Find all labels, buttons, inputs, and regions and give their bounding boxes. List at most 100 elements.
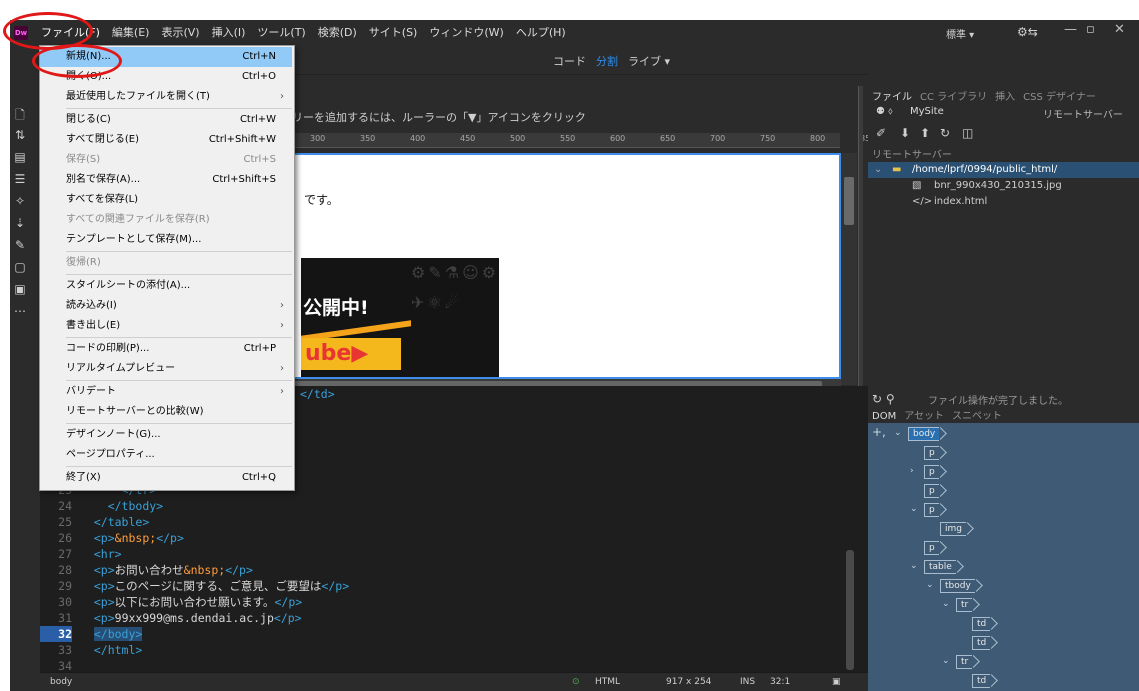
- file-menu-item[interactable]: リモートサーバーとの比較(W): [40, 402, 292, 422]
- expand-icon[interactable]: ✎: [10, 238, 30, 260]
- file-menu-item[interactable]: 新規(N)... Ctrl+N: [40, 47, 292, 67]
- file-menu-item[interactable]: 閉じる(C) Ctrl+W: [40, 110, 292, 130]
- tree-toggle-icon[interactable]: ⌄: [910, 561, 918, 571]
- more-tools-icon[interactable]: ⋯: [10, 304, 30, 326]
- tree-toggle-icon[interactable]: ›: [910, 466, 914, 476]
- menu-item[interactable]: ヘルプ(H): [510, 20, 572, 46]
- file-item[interactable]: ▧ bnr_990x430_210315.jpg: [868, 178, 1139, 194]
- panel-tab[interactable]: CSS デザイナー: [1023, 92, 1096, 103]
- file-menu-item[interactable]: ページプロパティ...: [40, 445, 292, 465]
- code-view-button[interactable]: コード: [553, 53, 586, 69]
- panel-tab[interactable]: 挿入: [995, 92, 1015, 103]
- live-view-button[interactable]: ライブ ▾: [628, 53, 670, 69]
- file-menu-item[interactable]: リアルタイムプレビュー ›: [40, 359, 292, 379]
- code-line[interactable]: 33 </html>: [40, 642, 868, 658]
- tree-toggle-icon[interactable]: ⌄: [926, 580, 934, 590]
- file-menu-item[interactable]: スタイルシートの添付(A)...: [40, 276, 292, 296]
- connect-icon[interactable]: ✐: [876, 126, 886, 140]
- tree-toggle-icon[interactable]: ⌄: [942, 656, 950, 666]
- tree-toggle-icon[interactable]: ⌄: [942, 599, 950, 609]
- design-vertical-scrollbar[interactable]: [841, 153, 857, 385]
- dom-node[interactable]: img: [940, 522, 966, 536]
- dom-tab[interactable]: スニペット: [952, 411, 1002, 422]
- live-code-icon[interactable]: ▤: [10, 150, 30, 172]
- dom-node[interactable]: p: [924, 446, 939, 460]
- banner-image[interactable]: ⚙✎⚗☺⚙✈⚛☄ 公開中! ube▶: [301, 258, 499, 377]
- menu-item[interactable]: サイト(S): [363, 20, 424, 46]
- menu-item[interactable]: ウィンドウ(W): [423, 20, 509, 46]
- refresh-icon[interactable]: ↻: [940, 126, 950, 140]
- comment-icon[interactable]: ▢: [10, 260, 30, 282]
- file-menu-item[interactable]: すべてを保存(L): [40, 190, 292, 210]
- menu-item[interactable]: 検索(D): [312, 20, 363, 46]
- file-menu-item[interactable]: コードの印刷(P)... Ctrl+P: [40, 339, 292, 359]
- tree-toggle-icon[interactable]: ⌄: [894, 428, 902, 438]
- dom-node[interactable]: td: [972, 674, 991, 688]
- add-element-icon[interactable]: +,: [872, 425, 886, 439]
- dom-node[interactable]: tbody: [940, 579, 975, 593]
- code-line[interactable]: 28 <p>お問い合わせ&nbsp;</p>: [40, 562, 868, 578]
- close-icon[interactable]: ✕: [1114, 22, 1125, 37]
- dom-tab[interactable]: アセット: [904, 411, 944, 422]
- dom-panel-tabs[interactable]: DOM アセット スニペット: [868, 407, 1139, 423]
- dom-node[interactable]: table: [924, 560, 956, 574]
- dom-node[interactable]: td: [972, 636, 991, 650]
- file-menu-item[interactable]: すべて閉じる(E) Ctrl+Shift+W: [40, 130, 292, 150]
- file-menu-item[interactable]: 最近使用したファイルを開く(T) ›: [40, 87, 292, 107]
- code-line[interactable]: 29 <p>このページに関する、ご意見、ご要望は</p>: [40, 578, 868, 594]
- file-management-icon[interactable]: ⇅: [10, 128, 30, 150]
- tag-selector[interactable]: body: [50, 677, 72, 687]
- window-size[interactable]: 917 x 254: [666, 677, 711, 687]
- code-line[interactable]: 24 </tbody>: [40, 498, 868, 514]
- menu-item[interactable]: 表示(V): [155, 20, 205, 46]
- dom-node[interactable]: tr: [956, 655, 973, 669]
- dom-node[interactable]: p: [924, 541, 939, 555]
- put-files-icon[interactable]: ⬆: [920, 126, 930, 140]
- panel-splitter[interactable]: [858, 86, 863, 386]
- preview-icon[interactable]: ▣: [832, 677, 841, 687]
- design-view[interactable]: です。 ⚙✎⚗☺⚙✈⚛☄ 公開中! ube▶: [292, 153, 841, 379]
- snippet-icon[interactable]: ▣: [10, 282, 30, 304]
- wrap-tag-icon[interactable]: ✧: [10, 194, 30, 216]
- dom-tab[interactable]: DOM: [872, 411, 896, 422]
- tree-toggle-icon[interactable]: ⌄: [910, 504, 918, 514]
- code-line[interactable]: 30 <p>以下にお問い合わせ願います。</p>: [40, 594, 868, 610]
- file-menu-item[interactable]: デザインノート(G)...: [40, 425, 292, 445]
- menu-item[interactable]: ファイル(F): [35, 20, 106, 46]
- code-line[interactable]: 27 <hr>: [40, 546, 868, 562]
- workspace-switcher[interactable]: 標準 ▾: [946, 26, 974, 41]
- server-select[interactable]: リモートサーバー: [1043, 106, 1123, 121]
- collapse-icon[interactable]: ⇣: [10, 216, 30, 238]
- dom-node[interactable]: td: [972, 617, 991, 631]
- panel-tab[interactable]: ファイル: [872, 92, 912, 103]
- file-menu-item[interactable]: 終了(X) Ctrl+Q: [40, 468, 292, 488]
- split-view-button[interactable]: 分割: [596, 53, 618, 69]
- restore-icon[interactable]: ▫: [1086, 22, 1095, 37]
- file-menu-item[interactable]: テンプレートとして保存(M)...: [40, 230, 292, 250]
- site-select[interactable]: MySite: [910, 106, 944, 117]
- remote-root-folder[interactable]: ⌄ ▬ /home/lprf/0994/public_html/: [868, 162, 1139, 178]
- dom-node[interactable]: tr: [956, 598, 973, 612]
- site-sync-icon[interactable]: ⚉ ⬨: [876, 106, 893, 117]
- dom-node[interactable]: body: [908, 427, 940, 441]
- panel-tabs[interactable]: ファイル CC ライブラリ 挿入 CSS デザイナー: [872, 88, 1104, 103]
- get-files-icon[interactable]: ⬇: [900, 126, 910, 140]
- code-scrollbar[interactable]: [846, 550, 854, 670]
- menu-item[interactable]: ツール(T): [251, 20, 311, 46]
- document-type[interactable]: HTML: [595, 677, 620, 687]
- file-menu-item[interactable]: 書き出し(E) ›: [40, 316, 292, 336]
- code-line[interactable]: 31 <p>99xx999@ms.dendai.ac.jp</p>: [40, 610, 868, 626]
- file-menu-item[interactable]: バリデート ›: [40, 382, 292, 402]
- file-item[interactable]: </> index.html: [868, 194, 1139, 210]
- code-line[interactable]: 32 </body>: [40, 626, 868, 642]
- code-line[interactable]: 26 <p>&nbsp;</p>: [40, 530, 868, 546]
- open-documents-icon[interactable]: 🗋: [10, 106, 30, 128]
- refresh-status-icon[interactable]: ↻ ⚲: [872, 392, 895, 406]
- expand-panel-icon[interactable]: ◫: [962, 126, 973, 140]
- dom-node[interactable]: p: [924, 484, 939, 498]
- menu-item[interactable]: 挿入(I): [206, 20, 252, 46]
- file-menu-item[interactable]: 読み込み(I) ›: [40, 296, 292, 316]
- sync-settings-icon[interactable]: ⚙⇆: [1017, 25, 1038, 39]
- dom-node[interactable]: p: [924, 503, 939, 517]
- file-menu-item[interactable]: 別名で保存(A)... Ctrl+Shift+S: [40, 170, 292, 190]
